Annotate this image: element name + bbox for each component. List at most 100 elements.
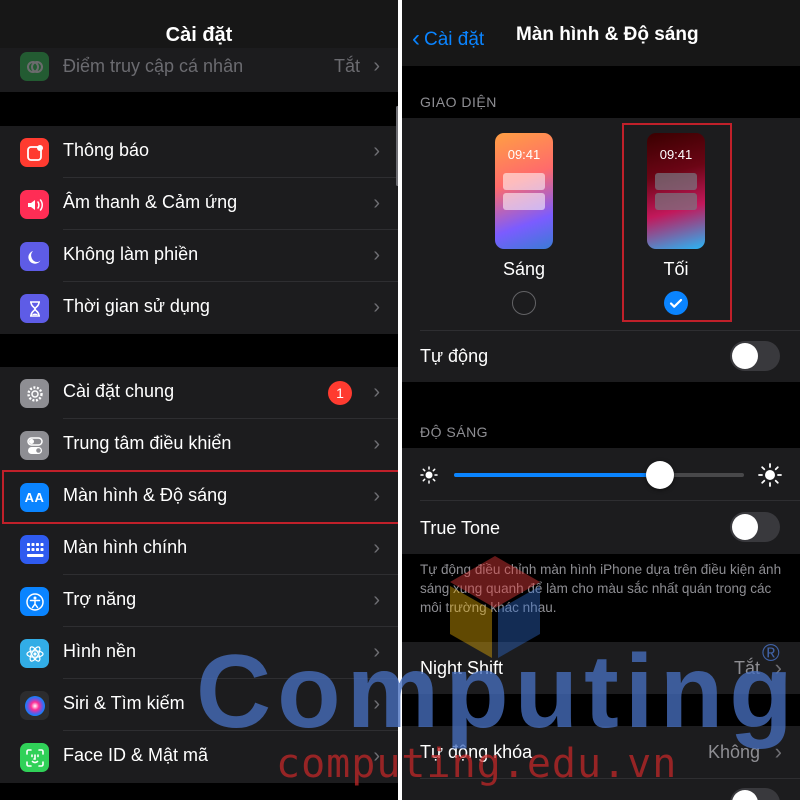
- chevron-right-icon: ›: [373, 192, 380, 214]
- sidebar-item-label: Âm thanh & Cảm ứng: [63, 192, 238, 212]
- sidebar-item-label: Trợ năng: [63, 589, 137, 609]
- chevron-right-icon: ›: [774, 655, 782, 680]
- update-badge: 1: [328, 381, 352, 405]
- sidebar-item-wallpaper[interactable]: Hình nền ›: [0, 627, 398, 679]
- night-shift-label: Night Shift: [420, 658, 504, 678]
- light-mode-preview[interactable]: 09:41: [495, 133, 553, 249]
- auto-lock-value: Không: [707, 742, 760, 762]
- sidebar-item-moon[interactable]: Không làm phiền ›: [0, 230, 398, 282]
- scrollbar[interactable]: [396, 106, 398, 186]
- chevron-right-icon: ›: [373, 296, 380, 318]
- faceid-icon: [20, 743, 49, 772]
- brightness-slider-fill: [454, 473, 660, 477]
- sidebar-item-label: Cài đặt chung: [63, 381, 175, 401]
- true-tone-toggle[interactable]: [730, 512, 780, 542]
- toggles-icon: [20, 431, 49, 460]
- chevron-left-icon: ‹: [412, 25, 420, 52]
- auto-appearance-toggle[interactable]: [730, 341, 780, 371]
- wallpaper-icon: [20, 639, 49, 668]
- sidebar-item-sound[interactable]: Âm thanh & Cảm ứng ›: [0, 178, 398, 230]
- divider: [420, 330, 800, 331]
- appearance-group: 09:41 Sáng 09:41 Tối Tự động: [402, 118, 800, 382]
- sidebar-item-label: Siri & Tìm kiếm: [63, 693, 185, 713]
- settings-navbar-cover: Cài đặt: [0, 0, 398, 48]
- chevron-right-icon: ›: [373, 55, 380, 77]
- display-navbar: ‹ Cài đặt Màn hình & Độ sáng: [402, 0, 800, 66]
- moon-icon: [20, 242, 49, 271]
- sidebar-item-label: Thông báo: [63, 140, 150, 160]
- chevron-right-icon: ›: [373, 381, 380, 403]
- auto-lock-group: Tự động khóa Không ›: [402, 726, 800, 800]
- back-button[interactable]: ‹ Cài đặt: [412, 24, 484, 52]
- sidebar-item-siri[interactable]: Siri & Tìm kiếm ›: [0, 679, 398, 731]
- gear-icon: [20, 379, 49, 408]
- sidebar-item-label: Trung tâm điều khiển: [63, 433, 232, 453]
- night-shift-row[interactable]: Night Shift Tắt ›: [402, 642, 800, 694]
- hourglass-icon: [20, 294, 49, 323]
- sidebar-item-notifications[interactable]: Thông báo ›: [0, 126, 398, 178]
- appearance-header: GIAO DIỆN: [420, 94, 497, 110]
- auto-appearance-label: Tự động: [420, 346, 489, 366]
- preview-notification: [503, 193, 545, 210]
- sidebar-item-gear[interactable]: Cài đặt chung 1 ›: [0, 367, 398, 419]
- light-mode-radio[interactable]: [512, 291, 536, 315]
- hotspot-value: Tắt: [333, 56, 360, 76]
- light-mode-label: Sáng: [502, 259, 546, 279]
- siri-icon: [20, 691, 49, 720]
- chevron-right-icon: ›: [774, 739, 782, 764]
- raise-to-wake-toggle[interactable]: [730, 788, 780, 800]
- chevron-right-icon: ›: [373, 433, 380, 455]
- page-title: Màn hình & Độ sáng: [516, 24, 699, 45]
- page-title-overlay: Cài đặt: [165, 24, 233, 46]
- dark-mode-preview[interactable]: 09:41: [647, 133, 705, 249]
- brightness-group: True Tone: [402, 448, 800, 554]
- display-brightness-panel: ‹ Cài đặt Màn hình & Độ sáng GIAO DIỆN 09…: [402, 0, 800, 800]
- settings-panel: Cài đặt Điểm truy cập cá nhân Tắt › Cài …: [0, 0, 398, 800]
- divider: [420, 500, 800, 501]
- notifications-icon: [20, 138, 49, 167]
- preview-notification: [655, 193, 697, 210]
- chevron-right-icon: ›: [373, 244, 380, 266]
- display-icon: AA: [20, 483, 49, 512]
- sidebar-item-label: Màn hình & Độ sáng: [63, 485, 228, 505]
- true-tone-label: True Tone: [420, 518, 501, 538]
- sun-large-icon: [758, 463, 782, 487]
- chevron-right-icon: ›: [373, 537, 380, 559]
- sound-icon: [20, 190, 49, 219]
- chevron-right-icon: ›: [373, 140, 380, 162]
- preview-notification: [655, 173, 697, 190]
- night-shift-value: Tắt: [733, 658, 760, 678]
- sidebar-item-faceid[interactable]: Face ID & Mật mã ›: [0, 731, 398, 783]
- hotspot-icon: [20, 52, 49, 81]
- home-screen-icon: [20, 535, 49, 564]
- chevron-right-icon: ›: [373, 745, 380, 767]
- sidebar-item-hourglass[interactable]: Thời gian sử dụng ›: [0, 282, 398, 334]
- dark-preview-time: 09:41: [659, 147, 693, 162]
- sidebar-item-hotspot[interactable]: Điểm truy cập cá nhân Tắt ›: [0, 42, 398, 92]
- chevron-right-icon: ›: [373, 641, 380, 663]
- chevron-right-icon: ›: [373, 589, 380, 611]
- chevron-right-icon: ›: [373, 485, 380, 507]
- auto-lock-row[interactable]: Tự động khóa Không ›: [402, 726, 800, 778]
- hotspot-label: Điểm truy cập cá nhân: [63, 56, 244, 76]
- sidebar-item-label: Không làm phiền: [63, 244, 199, 264]
- sidebar-item-label: Hình nền: [63, 641, 137, 661]
- accessibility-icon: [20, 587, 49, 616]
- preview-notification: [503, 173, 545, 190]
- back-label: Cài đặt: [424, 29, 485, 50]
- brightness-slider[interactable]: [454, 461, 744, 489]
- sidebar-item-accessibility[interactable]: Trợ năng ›: [0, 575, 398, 627]
- sidebar-item-label: Thời gian sử dụng: [63, 296, 210, 316]
- divider: [420, 778, 800, 779]
- brightness-slider-thumb[interactable]: [645, 461, 674, 489]
- dark-mode-radio[interactable]: [664, 291, 688, 315]
- auto-lock-label: Tự động khóa: [420, 742, 533, 762]
- sidebar-item-home-screen[interactable]: Màn hình chính ›: [0, 523, 398, 575]
- checkmark-icon: [669, 298, 683, 308]
- sun-small-icon: [420, 466, 438, 484]
- sidebar-item-display[interactable]: AA Màn hình & Độ sáng ›: [0, 471, 398, 523]
- sidebar-item-toggles[interactable]: Trung tâm điều khiển ›: [0, 419, 398, 471]
- display-icon-text: AA: [24, 490, 45, 505]
- dark-mode-label: Tối: [663, 259, 689, 279]
- sidebar-item-label: Face ID & Mật mã: [63, 745, 209, 765]
